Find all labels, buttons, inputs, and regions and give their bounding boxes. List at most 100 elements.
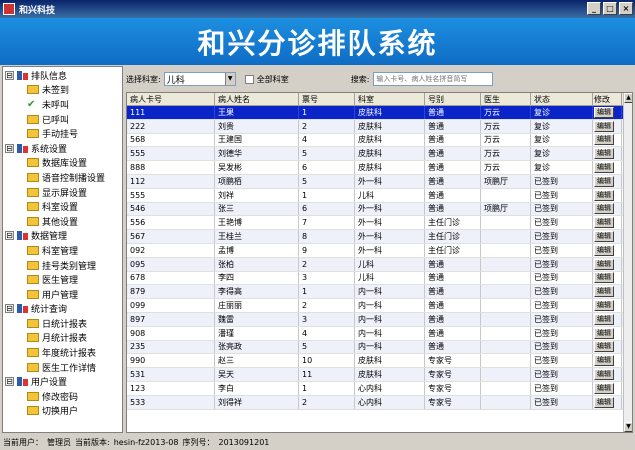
edit-button[interactable]: 编辑 [594,231,614,243]
scroll-up-icon[interactable]: ▲ [624,93,632,103]
sidebar-item[interactable]: 用户管理 [3,287,122,302]
edit-button[interactable]: 编辑 [594,106,614,118]
sidebar-item[interactable]: 语音控制播设置 [3,170,122,185]
tree-group-header[interactable]: ⊟ 统计查询 [3,302,122,317]
sidebar-item[interactable]: 其他设置 [3,214,122,229]
edit-button[interactable]: 编辑 [594,148,614,160]
table-row[interactable]: 888 吴发彬 6 皮肤科 普通 万云 复诊 编辑 [127,161,632,175]
chevron-down-icon[interactable]: ▼ [224,73,235,85]
sidebar-item[interactable]: 已呼叫 [3,112,122,127]
sidebar-item[interactable]: ✔ 未呼叫 [3,97,122,112]
collapse-icon[interactable]: ⊟ [5,143,14,153]
sidebar-item[interactable]: 月统计报表 [3,331,122,346]
dept-select[interactable]: 儿科 ▼ [163,72,236,86]
sidebar-item[interactable]: 科室管理 [3,243,122,258]
edit-button[interactable]: 编辑 [594,189,614,201]
edit-button[interactable]: 编辑 [594,244,614,256]
table-cell: 556 [127,216,215,230]
table-cell: 内一科 [355,326,425,340]
edit-button[interactable]: 编辑 [594,396,614,408]
sidebar-item[interactable]: 未签到 [3,83,122,98]
table-cell: 112 [127,174,215,188]
table-row[interactable]: 222 刘贵 2 皮肤科 普通 万云 复诊 编辑 [127,119,632,134]
table-cell: 内一科 [355,299,425,312]
sidebar-item[interactable]: 年度统计报表 [3,345,122,360]
edit-button[interactable]: 编辑 [594,217,614,229]
column-header[interactable]: 病人姓名 [215,93,299,105]
table-row[interactable]: 095 张柏 2 儿科 普通 已签到 编辑 [127,257,632,272]
edit-button[interactable]: 编辑 [594,272,614,284]
sidebar-item[interactable]: 医生管理 [3,272,122,287]
table-row[interactable]: 092 孟博 9 外一科 主任门诊 已签到 编辑 [127,243,632,258]
tree-group-header[interactable]: ⊟ 数据管理 [3,229,122,244]
sidebar-item[interactable]: 修改密码 [3,389,122,404]
minimize-button[interactable]: _ [587,2,601,15]
table-row[interactable]: 111 王果 1 皮肤科 普通 万云 复诊 编辑 [127,106,632,120]
edit-button[interactable]: 编辑 [594,369,614,381]
sidebar-item[interactable]: 切换用户 [3,404,122,419]
close-button[interactable]: × [619,2,633,15]
all-depts-checkbox[interactable] [244,74,254,84]
tree-group-header[interactable]: ⊟ 排队信息 [3,68,122,83]
column-header[interactable]: 病人卡号 [127,93,215,105]
table-row[interactable]: 123 李白 1 心内科 专家号 已签到 编辑 [127,381,632,396]
table-cell: 万云 [481,119,531,133]
edit-button[interactable]: 编辑 [594,355,614,367]
table-row[interactable]: 567 王桂兰 8 外一科 主任门诊 已签到 编辑 [127,230,632,244]
scroll-down-icon[interactable]: ▼ [624,422,632,432]
serial-label: 序列号： [182,438,215,447]
table-row[interactable]: 555 刘德华 5 皮肤科 普通 万云 复诊 编辑 [127,147,632,162]
table-row[interactable]: 897 魏雷 3 内一科 普通 已签到 编辑 [127,312,632,327]
table-row[interactable]: 990 赵三 10 皮肤科 专家号 已签到 编辑 [127,354,632,369]
table-row[interactable]: 112 项鹏栢 5 外一科 普通 项鹏厅 已签到 编辑 [127,174,632,189]
table-row[interactable]: 546 张三 6 外一科 普通 项鹏厅 已签到 编辑 [127,202,632,217]
column-header[interactable]: 票号 [299,93,355,105]
collapse-icon[interactable]: ⊟ [5,304,14,314]
vertical-scrollbar[interactable]: ▲ ▼ [623,93,632,432]
edit-button[interactable]: 编辑 [594,327,614,339]
table-row[interactable]: 879 李得高 1 内一科 普通 已签到 编辑 [127,285,632,300]
tree-group-label: 统计查询 [31,305,68,316]
edit-button[interactable]: 编辑 [594,286,614,298]
table-row[interactable]: 531 吴天 11 皮肤科 专家号 已签到 编辑 [127,368,632,382]
table-row[interactable]: 908 潘瑾 4 内一科 普通 已签到 编辑 [127,326,632,341]
collapse-icon[interactable]: ⊟ [5,377,14,387]
table-row[interactable]: 099 庄丽丽 2 内一科 普通 已签到 编辑 [127,299,632,313]
table-cell: 已签到 [531,381,593,395]
column-header[interactable]: 修改 [593,93,622,105]
column-header[interactable]: 状态 [531,93,593,105]
column-header[interactable]: 科室 [355,93,425,105]
sidebar-item[interactable]: 手动挂号 [3,126,122,141]
sidebar-item[interactable]: 数据库设置 [3,156,122,171]
table-row[interactable]: 235 张亮政 5 内一科 普通 已签到 编辑 [127,340,632,355]
collapse-icon[interactable]: ⊟ [5,70,14,80]
sidebar-item[interactable]: 显示屏设置 [3,185,122,200]
maximize-button[interactable]: □ [603,2,617,15]
edit-button[interactable]: 编辑 [594,313,614,325]
sidebar-item[interactable]: 科室设置 [3,199,122,214]
table-row[interactable]: 568 王建国 4 皮肤科 普通 万云 复诊 编辑 [127,133,632,148]
edit-button[interactable]: 编辑 [594,382,614,394]
edit-button[interactable]: 编辑 [594,203,614,215]
search-input[interactable] [373,72,494,86]
edit-button[interactable]: 编辑 [594,120,614,132]
table-row[interactable]: 678 李四 3 儿科 普通 已签到 编辑 [127,271,632,286]
edit-button[interactable]: 编辑 [594,162,614,174]
column-header[interactable]: 医生 [481,93,531,105]
edit-button[interactable]: 编辑 [594,175,614,187]
sidebar-item[interactable]: 日统计报表 [3,316,122,331]
column-header[interactable]: 号别 [425,93,481,105]
edit-button[interactable]: 编辑 [594,341,614,353]
sidebar-item[interactable]: 医生工作详情 [3,360,122,375]
table-row[interactable]: 556 王艳博 7 外一科 主任门诊 已签到 编辑 [127,216,632,231]
edit-button[interactable]: 编辑 [594,134,614,146]
tree-group-header[interactable]: ⊟ 用户设置 [3,374,122,389]
collapse-icon[interactable]: ⊟ [5,231,14,241]
table-row[interactable]: 555 刘祥 1 儿科 普通 已签到 编辑 [127,188,632,203]
table-row[interactable]: 533 刘得祥 2 心内科 专家号 已签到 编辑 [127,395,632,410]
folder-icon [27,348,39,358]
sidebar-item[interactable]: 挂号类别管理 [3,258,122,273]
edit-button[interactable]: 编辑 [594,258,614,270]
tree-group-header[interactable]: ⊟ 系统设置 [3,141,122,156]
edit-button[interactable]: 编辑 [594,300,614,312]
